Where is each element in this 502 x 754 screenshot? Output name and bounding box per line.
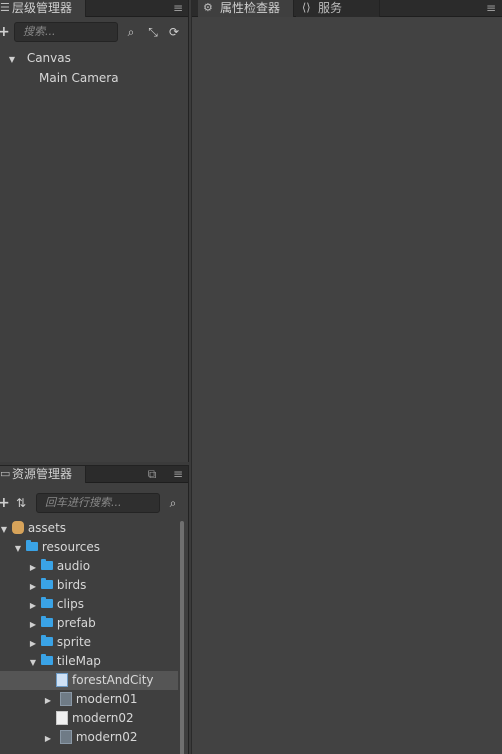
asset-row-clips[interactable]: ▶ clips	[0, 595, 178, 614]
hierarchy-tab-label: 层级管理器	[12, 1, 73, 15]
tab-services[interactable]: ⟨⟩ 服务	[296, 0, 380, 17]
image-icon	[59, 691, 72, 706]
tree-node-label: Main Camera	[39, 71, 119, 85]
folder-icon	[40, 578, 53, 589]
asset-row-label: modern01	[75, 692, 138, 706]
add-asset-button[interactable]: +	[0, 496, 10, 510]
assets-panel: ▭ 资源管理器 ⧉ ≡ + ⇅ 回车进行搜索... ⌕ ▼ assets ▼ r…	[0, 465, 189, 754]
asset-row-audio[interactable]: ▶ audio	[0, 557, 178, 576]
asset-row-label: modern02	[72, 711, 134, 725]
asset-row-modern02-image[interactable]: ▶ modern02	[0, 728, 178, 747]
asset-row-label: prefab	[56, 616, 96, 630]
hierarchy-tabbar: ☰ 层级管理器 ≡	[0, 0, 188, 17]
expand-arrow-icon[interactable]: ▶	[29, 634, 37, 653]
asset-row-resources[interactable]: ▼ resources	[0, 538, 178, 557]
asset-row-label: birds	[56, 578, 87, 592]
folder-icon	[40, 597, 53, 608]
asset-row-prefab[interactable]: ▶ prefab	[0, 614, 178, 633]
tree-node-label: Canvas	[26, 51, 71, 65]
services-icon: ⟨⟩	[302, 1, 311, 14]
sort-icon[interactable]: ⇅	[14, 496, 28, 510]
services-tab-label: 服务	[318, 1, 343, 15]
assets-tabbar: ▭ 资源管理器 ⧉ ≡	[0, 466, 188, 483]
asset-row-label: modern02	[75, 730, 138, 744]
folder-icon	[40, 559, 53, 570]
expand-arrow-icon[interactable]: ▶	[29, 558, 37, 577]
panel-menu-icon[interactable]: ≡	[485, 1, 497, 15]
hierarchy-toolbar: + 搜索... ⌕ ⤡ ⟳	[0, 18, 188, 48]
assets-tab-label: 资源管理器	[12, 467, 73, 481]
folder-icon	[40, 635, 53, 646]
asset-row-modern01[interactable]: ▶ modern01	[0, 690, 178, 709]
expand-arrow-icon[interactable]: ▶	[29, 596, 37, 615]
asset-row-forestandcity[interactable]: forestAndCity	[0, 671, 178, 690]
asset-row-assets[interactable]: ▼ assets	[0, 519, 178, 538]
inspector-panel: ⚙ 属性检查器 ⟨⟩ 服务 ≡	[191, 0, 502, 754]
asset-row-label: clips	[56, 597, 84, 611]
folder-icon: ▭	[0, 467, 11, 480]
add-node-button[interactable]: +	[0, 25, 10, 39]
tab-assets[interactable]: ▭ 资源管理器	[0, 466, 86, 483]
asset-row-tilemap[interactable]: ▼ tileMap	[0, 652, 178, 671]
inspector-tabbar: ⚙ 属性检查器 ⟨⟩ 服务 ≡	[192, 0, 502, 17]
asset-row-label: audio	[56, 559, 91, 573]
hierarchy-icon: ☰	[0, 1, 10, 14]
assets-scrollbar[interactable]	[180, 521, 184, 754]
collapse-icon[interactable]: ⤡	[146, 25, 160, 39]
tab-inspector[interactable]: ⚙ 属性检查器	[198, 0, 294, 17]
gear-icon: ⚙	[203, 1, 213, 14]
asset-row-label: sprite	[56, 635, 92, 649]
popout-icon[interactable]: ⧉	[146, 467, 158, 481]
folder-icon	[25, 540, 38, 551]
asset-row-label: assets	[27, 521, 67, 535]
tilemap-icon	[56, 672, 68, 687]
expand-arrow-icon[interactable]: ▼	[14, 539, 22, 558]
refresh-icon[interactable]: ⟳	[167, 25, 181, 39]
asset-row-sprite[interactable]: ▶ sprite	[0, 633, 178, 652]
asset-row-label: forestAndCity	[72, 673, 154, 687]
expand-arrow-icon[interactable]: ▶	[44, 729, 52, 748]
expand-arrow-icon[interactable]: ▶	[29, 577, 37, 596]
search-icon[interactable]: ⌕	[166, 496, 180, 510]
asset-row-birds[interactable]: ▶ birds	[0, 576, 178, 595]
hierarchy-panel: ☰ 层级管理器 ≡ + 搜索... ⌕ ⤡ ⟳ ▼ Canvas Main Ca…	[0, 0, 189, 462]
asset-row-label: tileMap	[56, 654, 101, 668]
expand-arrow-icon[interactable]: ▼	[8, 50, 16, 69]
inspector-tab-label: 属性检查器	[220, 1, 281, 15]
asset-row-label: resources	[41, 540, 100, 554]
expand-arrow-icon[interactable]: ▶	[44, 691, 52, 710]
tree-node-main-camera[interactable]: Main Camera	[39, 69, 119, 88]
expand-arrow-icon[interactable]: ▶	[29, 615, 37, 634]
assets-search-input[interactable]: 回车进行搜索...	[36, 493, 160, 513]
asset-row-modern02-doc[interactable]: modern02	[0, 709, 178, 728]
search-icon[interactable]: ⌕	[124, 25, 138, 39]
tree-node-canvas[interactable]: ▼ Canvas	[8, 49, 71, 68]
folder-icon	[40, 654, 53, 665]
hierarchy-search-input[interactable]: 搜索...	[14, 22, 118, 42]
tab-hierarchy[interactable]: ☰ 层级管理器	[0, 0, 86, 17]
expand-arrow-icon[interactable]: ▼	[0, 520, 8, 539]
panel-menu-icon[interactable]: ≡	[172, 1, 184, 15]
expand-arrow-icon[interactable]: ▼	[29, 653, 37, 672]
database-icon	[11, 521, 24, 534]
document-icon	[56, 710, 68, 725]
panel-menu-icon[interactable]: ≡	[172, 467, 184, 481]
image-icon	[59, 729, 72, 744]
assets-toolbar: + ⇅ 回车进行搜索... ⌕	[0, 484, 188, 514]
folder-icon	[40, 616, 53, 627]
